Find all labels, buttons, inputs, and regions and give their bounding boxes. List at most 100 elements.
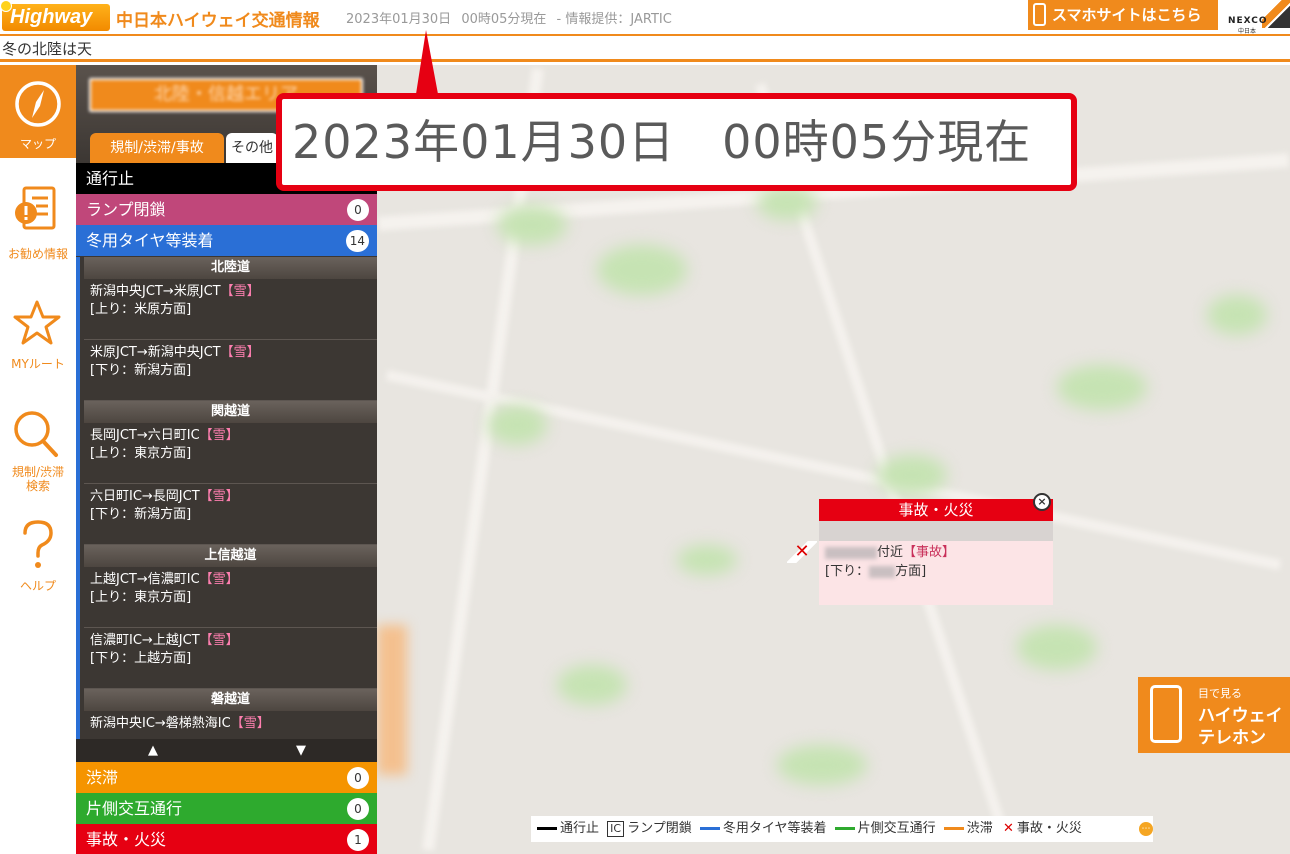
accident-marker-icon[interactable]: ✕ — [787, 541, 817, 563]
list-item[interactable]: 上越JCT→信濃町IC【雪】 [上り：東京方面] — [84, 567, 377, 628]
entry-tag: 【雪】 — [230, 716, 270, 731]
nav-help[interactable]: ヘルプ — [0, 519, 76, 597]
update-info: 2023年01月30日 00時05分現在 - 情報提供：JARTIC — [346, 8, 678, 27]
category-winter-count: 14 — [345, 230, 369, 252]
map-park — [877, 455, 947, 495]
entry-tag: 【雪】 — [220, 345, 260, 360]
list-item[interactable]: 米原JCT→新潟中央JCT【雪】 [下り：新潟方面] — [84, 340, 377, 401]
document-alert-icon — [15, 186, 56, 230]
legend-ramp: ランプ閉鎖 — [627, 821, 692, 836]
category-accident-label: 事故・火災 — [86, 830, 167, 849]
list-item[interactable]: 新潟中央JCT→米原JCT【雪】 [上り：米原方面] — [84, 279, 377, 340]
legend-jam-swatch — [943, 827, 964, 830]
tab-other[interactable]: その他 — [226, 133, 278, 163]
category-winter-tires[interactable]: 冬用タイヤ等装着 14 — [76, 225, 377, 256]
scroll-up-button[interactable]: ▲ — [148, 743, 158, 758]
nav-map[interactable]: マップ — [0, 65, 76, 158]
map-park — [497, 205, 567, 245]
tel-banner-line3: テレホン — [1198, 728, 1266, 748]
star-icon — [13, 300, 61, 345]
legend-jam: 渋滞 — [966, 821, 993, 836]
entry-route: 長岡JCT→六日町IC — [90, 428, 200, 443]
entry-tag: 【雪】 — [199, 572, 239, 587]
popup-tag: 【事故】 — [903, 545, 956, 560]
map-park — [1057, 365, 1147, 410]
smartphone-icon — [1033, 3, 1046, 26]
entry-route: 新潟中央IC→磐梯熱海IC — [90, 716, 231, 731]
legend-winter-swatch — [699, 827, 720, 830]
scroll-down-button[interactable]: ▼ — [296, 743, 306, 758]
entry-route: 新潟中央JCT→米原JCT — [90, 284, 221, 299]
map-park — [597, 245, 687, 295]
map-legend: 通行止 IC ランプ閉鎖 冬用タイヤ等装着 片側交互通行 渋滞 ✕ 事故・火災 ⋯ — [531, 816, 1153, 842]
entry-tag: 【雪】 — [199, 633, 239, 648]
close-icon[interactable]: × — [1033, 493, 1051, 511]
highway-telephone-banner[interactable]: 目で見る ハイウェイ テレホン — [1138, 677, 1290, 753]
nav-myroute-label: MYルート — [11, 357, 65, 371]
redacted-location — [825, 546, 877, 559]
nav-help-label: ヘルプ — [19, 579, 56, 593]
news-ticker[interactable]: 冬の北陸は天 — [0, 36, 1290, 62]
entry-direction: [上り：東京方面] — [90, 446, 192, 461]
entry-route: 米原JCT→新潟中央JCT — [90, 345, 221, 360]
nexco-logo[interactable]: NEXCO 中日本 — [1224, 0, 1290, 35]
category-oneside-label: 片側交互通行 — [86, 799, 183, 818]
nexco-text: NEXCO — [1228, 16, 1268, 26]
callout-pointer — [416, 30, 438, 94]
accident-popup: 事故・火災 × 付近【事故】 [下り： 方面] — [819, 493, 1053, 605]
popup-near: 付近 — [877, 545, 904, 560]
info-source: - 情報提供：JARTIC — [556, 12, 672, 27]
category-jam-count: 0 — [347, 767, 369, 789]
regulation-list[interactable]: 北陸道 新潟中央JCT→米原JCT【雪】 [上り：米原方面] 米原JCT→新潟中… — [76, 257, 377, 761]
list-scroll-bar: ▲ ▼ — [76, 739, 377, 763]
popup-dir-prefix: [下り： — [825, 564, 870, 579]
legend-closure: 通行止 — [560, 821, 600, 836]
header: Highway 中日本ハイウェイ交通情報 2023年01月30日 00時05分現… — [0, 0, 1290, 36]
entry-direction: [上り：東京方面] — [90, 590, 192, 605]
legend-oneside: 片側交互通行 — [857, 821, 936, 836]
zoom-callout: 2023年01月30日 00時05分現在 — [276, 93, 1077, 191]
entry-route: 信濃町IC→上越JCT — [90, 633, 200, 648]
entry-direction: [下り：新潟方面] — [90, 507, 192, 522]
smartphone-site-label: スマホサイトはこちら — [1052, 6, 1202, 24]
list-item[interactable]: 信濃町IC→上越JCT【雪】 [下り：上越方面] — [84, 628, 377, 689]
category-one-side[interactable]: 片側交互通行 0 — [76, 793, 377, 824]
nav-search-label: 規制/渋滞 検索 — [0, 465, 76, 493]
map-park — [1207, 295, 1267, 335]
entry-direction: [下り：新潟方面] — [90, 363, 192, 378]
category-winter-label: 冬用タイヤ等装着 — [86, 231, 214, 250]
nav-search[interactable]: 規制/渋滞 検索 — [0, 409, 76, 499]
category-ramp-closure[interactable]: ランプ閉鎖 0 — [76, 194, 377, 225]
road-heading: 上信越道 — [84, 545, 377, 567]
map-park — [777, 745, 867, 785]
legend-oneside-swatch — [834, 827, 855, 830]
popup-subheader — [819, 521, 1053, 541]
nav-myroute[interactable]: MYルート — [0, 297, 76, 375]
tab-regulation[interactable]: 規制/渋滞/事故 — [90, 133, 224, 163]
update-date: 2023年01月30日 — [346, 12, 452, 27]
smartphone-site-button[interactable]: スマホサイトはこちら — [1028, 0, 1218, 30]
map-park — [1017, 625, 1097, 670]
legend-toggle-icon[interactable]: ⋯ — [1139, 822, 1153, 836]
map-park — [487, 405, 547, 445]
popup-title: 事故・火災 — [819, 499, 1053, 521]
map-park — [677, 545, 737, 575]
nav-search-label-2: 検索 — [25, 479, 50, 493]
category-accident-count: 1 — [347, 829, 369, 851]
smartphone-info-icon — [1150, 685, 1182, 743]
nav-recommend[interactable]: お勧め情報 — [0, 183, 76, 263]
entry-tag: 【雪】 — [199, 489, 239, 504]
popup-body: 付近【事故】 [下り： 方面] — [819, 541, 1053, 583]
entry-tag: 【雪】 — [199, 428, 239, 443]
redacted-direction — [869, 565, 896, 578]
ihighway-logo[interactable]: Highway — [0, 0, 110, 31]
compass-icon — [15, 81, 61, 127]
list-item[interactable]: 長岡JCT→六日町IC【雪】 [上り：東京方面] — [84, 423, 377, 484]
category-accident[interactable]: 事故・火災 1 — [76, 824, 377, 854]
category-jam[interactable]: 渋滞 0 — [76, 762, 377, 793]
road-heading: 関越道 — [84, 401, 377, 423]
nav-map-label: マップ — [19, 137, 56, 151]
list-item[interactable]: 六日町IC→長岡JCT【雪】 [下り：新潟方面] — [84, 484, 377, 545]
road-heading: 磐越道 — [84, 689, 377, 711]
category-ramp-count: 0 — [347, 199, 369, 221]
